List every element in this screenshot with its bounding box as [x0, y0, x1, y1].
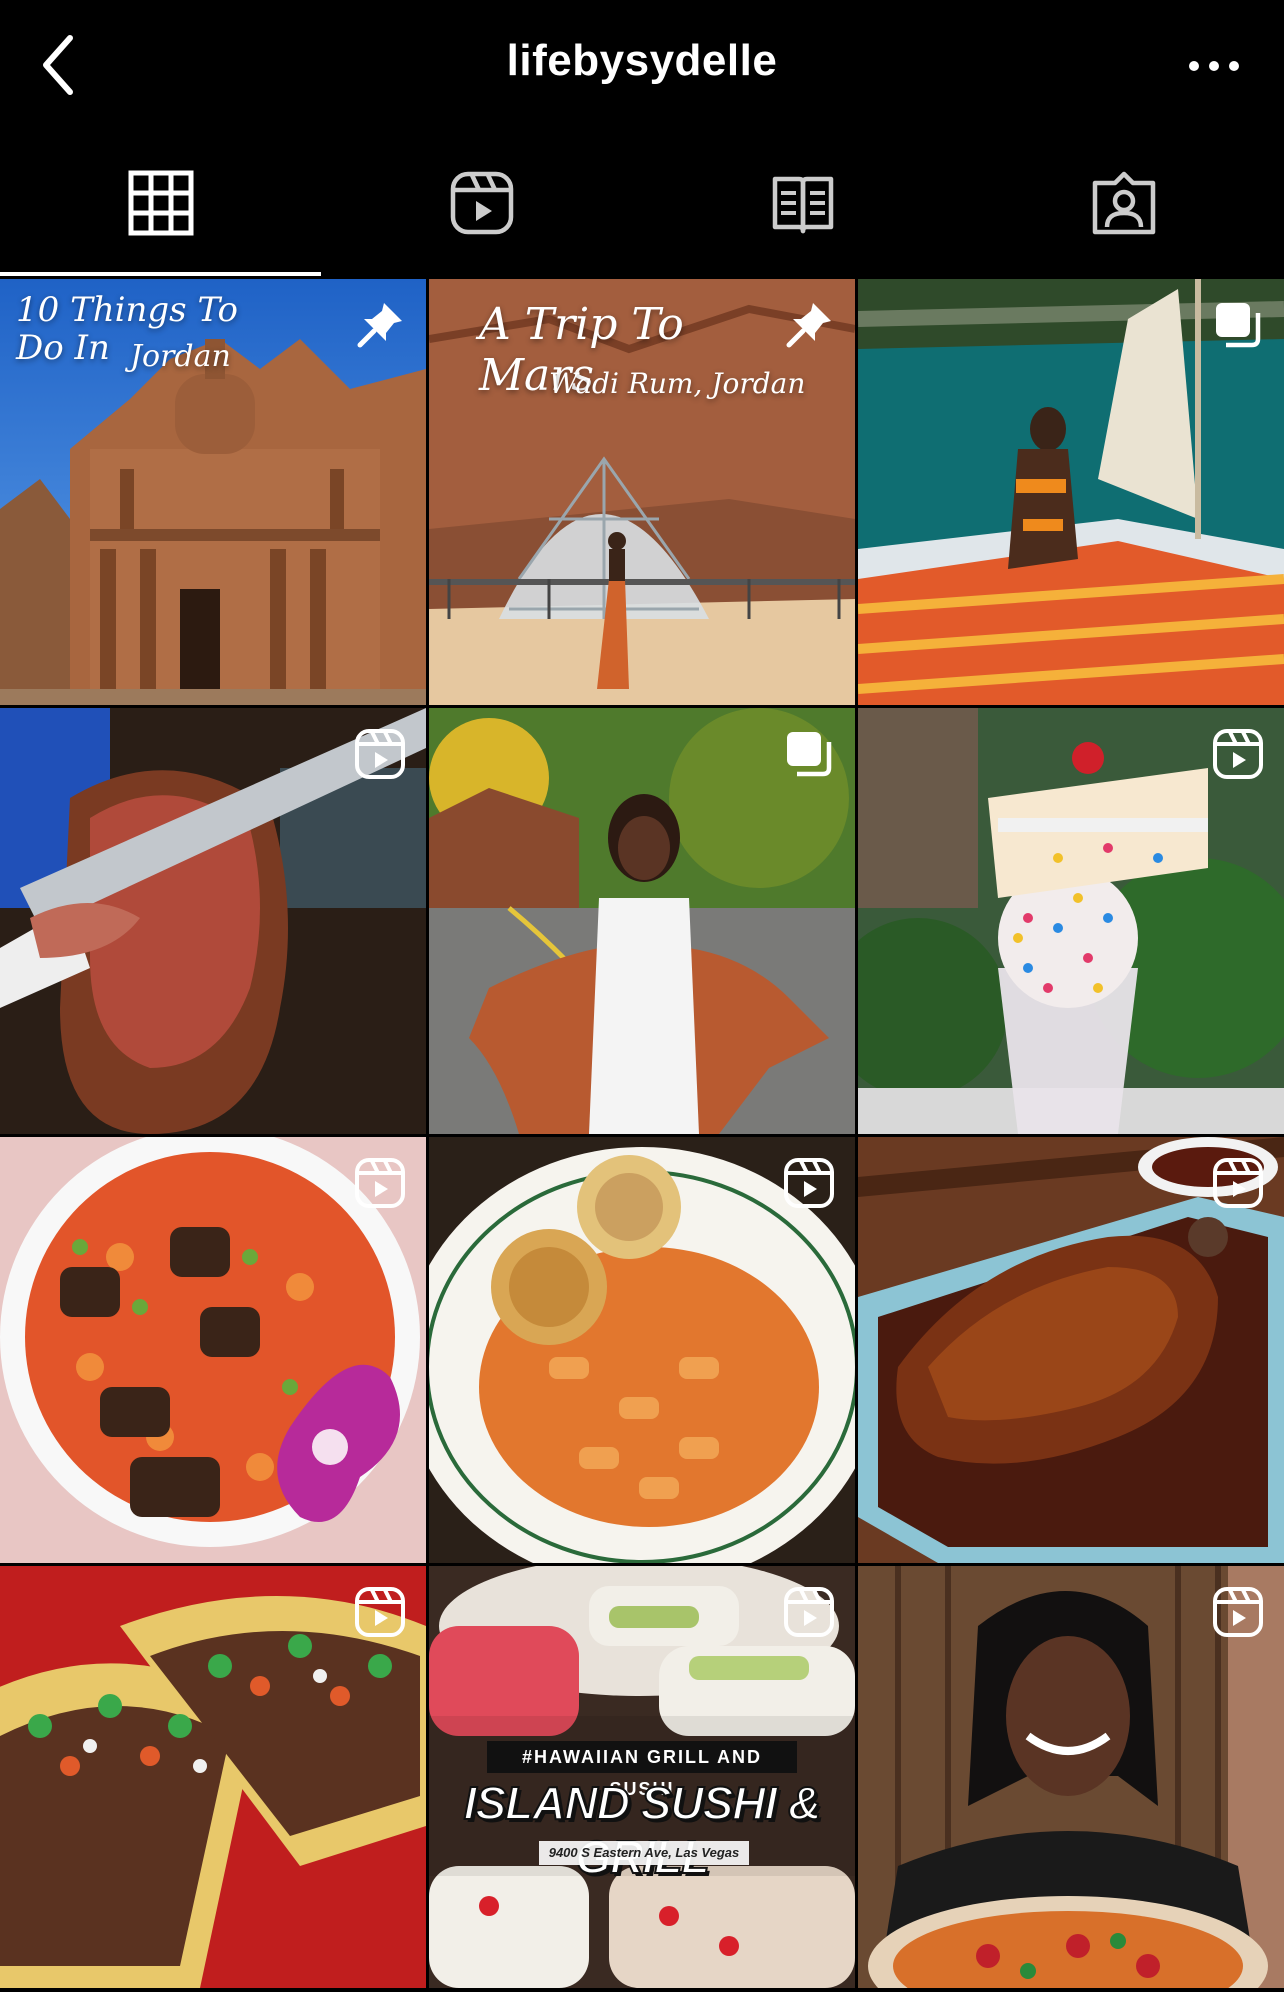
- reels-icon: [450, 171, 513, 235]
- profile-tabs: [0, 130, 1284, 276]
- post-tile[interactable]: A Trip To Mars Wadi Rum, Jordan: [429, 279, 855, 705]
- grid-icon: [128, 170, 193, 236]
- post-tile[interactable]: [0, 1137, 426, 1563]
- post-tile[interactable]: [858, 708, 1284, 1134]
- reel-icon: [1213, 729, 1263, 779]
- more-options-icon[interactable]: [1184, 46, 1244, 86]
- tagged-person-icon: [1092, 171, 1155, 235]
- post-tile[interactable]: [0, 1566, 426, 1992]
- reel-icon: [784, 1587, 834, 1637]
- guide-book-icon: [772, 176, 833, 234]
- post-tile[interactable]: [0, 708, 426, 1134]
- top-bar: lifebysydelle: [0, 0, 1284, 130]
- tab-reels[interactable]: [321, 130, 642, 276]
- posts-grid: 10 Things To Do In Jordan A Trip To Mars…: [0, 279, 1284, 1992]
- post-overlay-restaurant-name: ISLAND SUSHI & GRILL: [463, 1776, 823, 1884]
- tab-tagged[interactable]: [963, 130, 1284, 276]
- post-overlay-subtitle: Jordan: [130, 339, 231, 374]
- post-tile[interactable]: [429, 1137, 855, 1563]
- post-tile[interactable]: #HAWAIIAN GRILL AND SUSHI ISLAND SUSHI &…: [429, 1566, 855, 1992]
- pin-icon: [786, 303, 831, 348]
- reel-icon: [784, 1158, 834, 1208]
- post-overlay-address: 9400 S Eastern Ave, Las Vegas: [539, 1841, 749, 1865]
- post-tile[interactable]: [858, 1137, 1284, 1563]
- post-tile[interactable]: 10 Things To Do In Jordan: [0, 279, 426, 705]
- post-tile[interactable]: [858, 279, 1284, 705]
- post-tile[interactable]: [858, 1566, 1284, 1992]
- reel-icon: [1213, 1158, 1263, 1208]
- tab-guides[interactable]: [642, 130, 963, 276]
- tab-grid[interactable]: [0, 130, 321, 276]
- post-overlay-tag: #HAWAIIAN GRILL AND SUSHI: [487, 1741, 797, 1799]
- carousel-icon: [1216, 303, 1261, 348]
- reel-icon: [355, 729, 405, 779]
- carousel-icon: [787, 732, 832, 777]
- pin-icon: [357, 303, 402, 348]
- post-overlay-subtitle: Wadi Rum, Jordan: [549, 367, 806, 400]
- reel-icon: [1213, 1587, 1263, 1637]
- selected-tab-indicator: [0, 272, 321, 276]
- reel-icon: [355, 1158, 405, 1208]
- post-tile[interactable]: [429, 708, 855, 1134]
- reel-icon: [355, 1587, 405, 1637]
- profile-username: lifebysydelle: [506, 36, 778, 85]
